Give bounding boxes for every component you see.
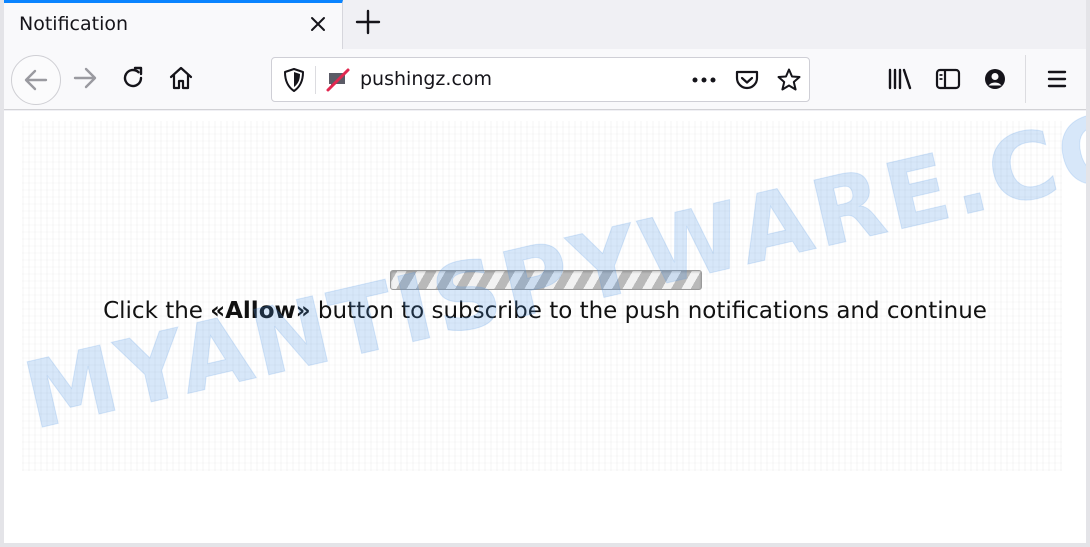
account-button[interactable] (983, 67, 1007, 91)
close-icon[interactable] (306, 12, 330, 36)
page-actions-button[interactable] (690, 69, 718, 91)
menu-button[interactable] (1045, 67, 1069, 91)
toolbar-separator (1025, 55, 1026, 103)
more-dots-icon (692, 77, 716, 83)
back-arrow-icon (24, 69, 48, 91)
notification-permission-button[interactable] (325, 67, 351, 93)
allow-emphasis: «Allow» (210, 298, 311, 324)
sidebar-icon (935, 68, 961, 90)
forward-arrow-icon (73, 67, 97, 89)
account-icon (985, 69, 1005, 89)
reload-icon (123, 66, 143, 88)
new-tab-button[interactable] (354, 8, 382, 36)
shield-icon (284, 68, 304, 92)
page-content: Click the «Allow» button to subscribe to… (4, 111, 1086, 543)
pocket-button[interactable] (734, 67, 760, 93)
reload-button[interactable] (110, 55, 156, 101)
url-bar[interactable]: pushingz.com (271, 57, 810, 102)
notification-blocked-icon (326, 68, 350, 92)
tab-title: Notification (19, 13, 129, 35)
home-button[interactable] (158, 55, 204, 101)
back-button[interactable] (11, 55, 61, 105)
home-icon (169, 66, 193, 90)
bookmark-button[interactable] (776, 67, 802, 93)
browser-window: Notification pushingz.com Click the «All… (0, 0, 1090, 547)
nav-bar: pushingz.com (4, 49, 1086, 110)
plus-icon (355, 9, 381, 35)
tab-strip: Notification (4, 0, 1086, 49)
background-texture (22, 121, 1062, 471)
star-icon (777, 68, 801, 91)
library-icon (888, 68, 912, 90)
forward-button[interactable] (62, 55, 108, 101)
tab-notification[interactable]: Notification (4, 0, 343, 49)
library-button[interactable] (887, 67, 913, 91)
hamburger-menu-icon (1047, 70, 1067, 88)
sidebar-button[interactable] (935, 67, 961, 91)
progress-bar (390, 270, 702, 290)
tracking-protection-button[interactable] (282, 67, 306, 93)
url-text[interactable]: pushingz.com (360, 68, 492, 90)
url-separator (315, 66, 316, 94)
subscribe-message: Click the «Allow» button to subscribe to… (103, 298, 987, 324)
pocket-icon (735, 70, 759, 90)
